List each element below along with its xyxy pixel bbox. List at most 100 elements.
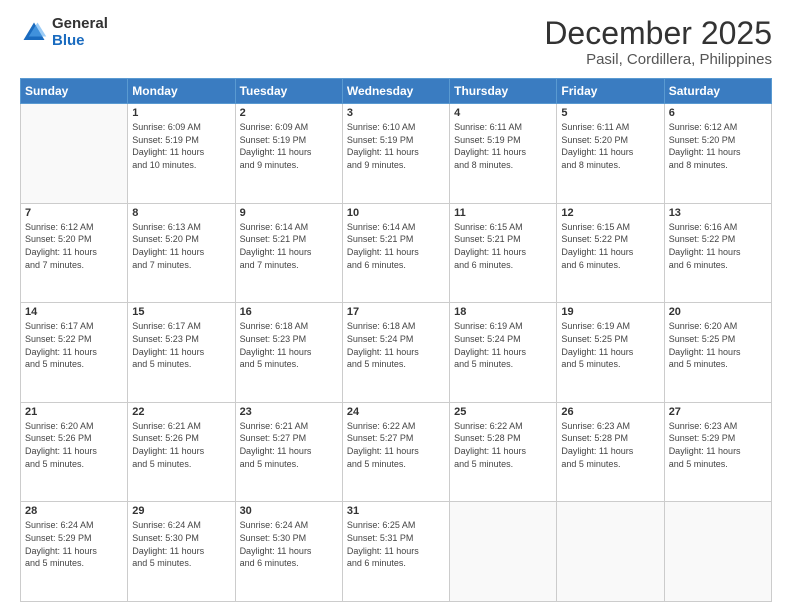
calendar-cell: 23 Sunrise: 6:21 AM Sunset: 5:27 PM Dayli… (235, 402, 342, 502)
calendar-cell: 28 Sunrise: 6:24 AM Sunset: 5:29 PM Dayli… (21, 502, 128, 602)
day-number: 2 (240, 107, 338, 119)
logo-general-text: General (52, 16, 108, 33)
calendar-cell: 26Sunrise: 6:23 AM Sunset: 5:28 PM Dayli… (557, 402, 664, 502)
day-number: 19 (561, 306, 659, 318)
cell-info: Sunrise: 6:20 AM Sunset: 5:25 PM Dayligh… (669, 320, 767, 370)
calendar-col-header: Tuesday (235, 79, 342, 104)
cell-info: Sunrise: 6:25 AM Sunset: 5:31 PM Dayligh… (347, 519, 445, 569)
calendar-week-row: 28 Sunrise: 6:24 AM Sunset: 5:29 PM Dayli… (21, 502, 772, 602)
calendar-table: SundayMondayTuesdayWednesdayThursdayFrid… (20, 78, 772, 602)
day-number: 11 (454, 207, 552, 219)
cell-info: Sunrise: 6:21 AM Sunset: 5:26 PM Dayligh… (132, 420, 230, 470)
day-number: 8 (132, 207, 230, 219)
day-number: 26 (561, 406, 659, 418)
calendar-cell: 5Sunrise: 6:11 AM Sunset: 5:20 PM Daylig… (557, 104, 664, 204)
calendar-cell: 12 Sunrise: 6:15 AM Sunset: 5:22 PM Dayli… (557, 203, 664, 303)
calendar-cell: 19 Sunrise: 6:19 AM Sunset: 5:25 PM Dayli… (557, 303, 664, 403)
day-number: 16 (240, 306, 338, 318)
day-number: 13 (669, 207, 767, 219)
day-number: 3 (347, 107, 445, 119)
calendar-cell: 8 Sunrise: 6:13 AM Sunset: 5:20 PM Daylig… (128, 203, 235, 303)
calendar-col-header: Saturday (664, 79, 771, 104)
logo: General Blue (20, 16, 108, 49)
logo-text: General Blue (52, 16, 108, 49)
calendar-cell: 9 Sunrise: 6:14 AM Sunset: 5:21 PM Daylig… (235, 203, 342, 303)
cell-info: Sunrise: 6:09 AM Sunset: 5:19 PM Dayligh… (132, 121, 230, 171)
day-number: 29 (132, 505, 230, 517)
cell-info: Sunrise: 6:10 AM Sunset: 5:19 PM Dayligh… (347, 121, 445, 171)
calendar-cell: 13Sunrise: 6:16 AM Sunset: 5:22 PM Dayli… (664, 203, 771, 303)
day-number: 27 (669, 406, 767, 418)
cell-info: Sunrise: 6:19 AM Sunset: 5:25 PM Dayligh… (561, 320, 659, 370)
calendar-cell: 29 Sunrise: 6:24 AM Sunset: 5:30 PM Dayli… (128, 502, 235, 602)
day-number: 15 (132, 306, 230, 318)
calendar-col-header: Wednesday (342, 79, 449, 104)
calendar-week-row: 1Sunrise: 6:09 AM Sunset: 5:19 PM Daylig… (21, 104, 772, 204)
calendar-cell: 24 Sunrise: 6:22 AM Sunset: 5:27 PM Dayli… (342, 402, 449, 502)
logo-blue-text: Blue (52, 33, 108, 50)
calendar-cell: 21Sunrise: 6:20 AM Sunset: 5:26 PM Dayli… (21, 402, 128, 502)
calendar-cell: 17Sunrise: 6:18 AM Sunset: 5:24 PM Dayli… (342, 303, 449, 403)
day-number: 28 (25, 505, 123, 517)
calendar-col-header: Monday (128, 79, 235, 104)
cell-info: Sunrise: 6:19 AM Sunset: 5:24 PM Dayligh… (454, 320, 552, 370)
cell-info: Sunrise: 6:24 AM Sunset: 5:30 PM Dayligh… (132, 519, 230, 569)
calendar-cell: 22 Sunrise: 6:21 AM Sunset: 5:26 PM Dayli… (128, 402, 235, 502)
calendar-cell (21, 104, 128, 204)
day-number: 22 (132, 406, 230, 418)
calendar-cell (557, 502, 664, 602)
calendar-week-row: 21Sunrise: 6:20 AM Sunset: 5:26 PM Dayli… (21, 402, 772, 502)
day-number: 10 (347, 207, 445, 219)
calendar-cell (450, 502, 557, 602)
calendar-cell: 1Sunrise: 6:09 AM Sunset: 5:19 PM Daylig… (128, 104, 235, 204)
cell-info: Sunrise: 6:13 AM Sunset: 5:20 PM Dayligh… (132, 221, 230, 271)
cell-info: Sunrise: 6:09 AM Sunset: 5:19 PM Dayligh… (240, 121, 338, 171)
cell-info: Sunrise: 6:14 AM Sunset: 5:21 PM Dayligh… (240, 221, 338, 271)
cell-info: Sunrise: 6:23 AM Sunset: 5:29 PM Dayligh… (669, 420, 767, 470)
calendar-cell: 31Sunrise: 6:25 AM Sunset: 5:31 PM Dayli… (342, 502, 449, 602)
cell-info: Sunrise: 6:15 AM Sunset: 5:22 PM Dayligh… (561, 221, 659, 271)
calendar-col-header: Friday (557, 79, 664, 104)
calendar-cell: 7 Sunrise: 6:12 AM Sunset: 5:20 PM Daylig… (21, 203, 128, 303)
day-number: 7 (25, 207, 123, 219)
cell-info: Sunrise: 6:11 AM Sunset: 5:19 PM Dayligh… (454, 121, 552, 171)
day-number: 5 (561, 107, 659, 119)
day-number: 25 (454, 406, 552, 418)
calendar-cell: 2 Sunrise: 6:09 AM Sunset: 5:19 PM Daylig… (235, 104, 342, 204)
calendar-cell: 25 Sunrise: 6:22 AM Sunset: 5:28 PM Dayli… (450, 402, 557, 502)
day-number: 14 (25, 306, 123, 318)
cell-info: Sunrise: 6:24 AM Sunset: 5:29 PM Dayligh… (25, 519, 123, 569)
header: General Blue December 2025 Pasil, Cordil… (20, 16, 772, 68)
day-number: 24 (347, 406, 445, 418)
day-number: 20 (669, 306, 767, 318)
calendar-cell: 18Sunrise: 6:19 AM Sunset: 5:24 PM Dayli… (450, 303, 557, 403)
logo-icon (20, 19, 48, 47)
calendar-cell: 15 Sunrise: 6:17 AM Sunset: 5:23 PM Dayli… (128, 303, 235, 403)
calendar-cell: 16Sunrise: 6:18 AM Sunset: 5:23 PM Dayli… (235, 303, 342, 403)
day-number: 9 (240, 207, 338, 219)
calendar-title: December 2025 (544, 16, 772, 51)
day-number: 17 (347, 306, 445, 318)
cell-info: Sunrise: 6:12 AM Sunset: 5:20 PM Dayligh… (669, 121, 767, 171)
calendar-header-row: SundayMondayTuesdayWednesdayThursdayFrid… (21, 79, 772, 104)
cell-info: Sunrise: 6:17 AM Sunset: 5:22 PM Dayligh… (25, 320, 123, 370)
calendar-cell: 6 Sunrise: 6:12 AM Sunset: 5:20 PM Daylig… (664, 104, 771, 204)
calendar-cell: 11Sunrise: 6:15 AM Sunset: 5:21 PM Dayli… (450, 203, 557, 303)
cell-info: Sunrise: 6:24 AM Sunset: 5:30 PM Dayligh… (240, 519, 338, 569)
cell-info: Sunrise: 6:12 AM Sunset: 5:20 PM Dayligh… (25, 221, 123, 271)
calendar-week-row: 7 Sunrise: 6:12 AM Sunset: 5:20 PM Daylig… (21, 203, 772, 303)
calendar-cell: 27 Sunrise: 6:23 AM Sunset: 5:29 PM Dayli… (664, 402, 771, 502)
cell-info: Sunrise: 6:22 AM Sunset: 5:28 PM Dayligh… (454, 420, 552, 470)
calendar-cell: 3 Sunrise: 6:10 AM Sunset: 5:19 PM Daylig… (342, 104, 449, 204)
day-number: 4 (454, 107, 552, 119)
day-number: 12 (561, 207, 659, 219)
calendar-cell (664, 502, 771, 602)
day-number: 23 (240, 406, 338, 418)
cell-info: Sunrise: 6:22 AM Sunset: 5:27 PM Dayligh… (347, 420, 445, 470)
cell-info: Sunrise: 6:21 AM Sunset: 5:27 PM Dayligh… (240, 420, 338, 470)
cell-info: Sunrise: 6:20 AM Sunset: 5:26 PM Dayligh… (25, 420, 123, 470)
calendar-cell: 10Sunrise: 6:14 AM Sunset: 5:21 PM Dayli… (342, 203, 449, 303)
calendar-cell: 30Sunrise: 6:24 AM Sunset: 5:30 PM Dayli… (235, 502, 342, 602)
cell-info: Sunrise: 6:17 AM Sunset: 5:23 PM Dayligh… (132, 320, 230, 370)
day-number: 6 (669, 107, 767, 119)
